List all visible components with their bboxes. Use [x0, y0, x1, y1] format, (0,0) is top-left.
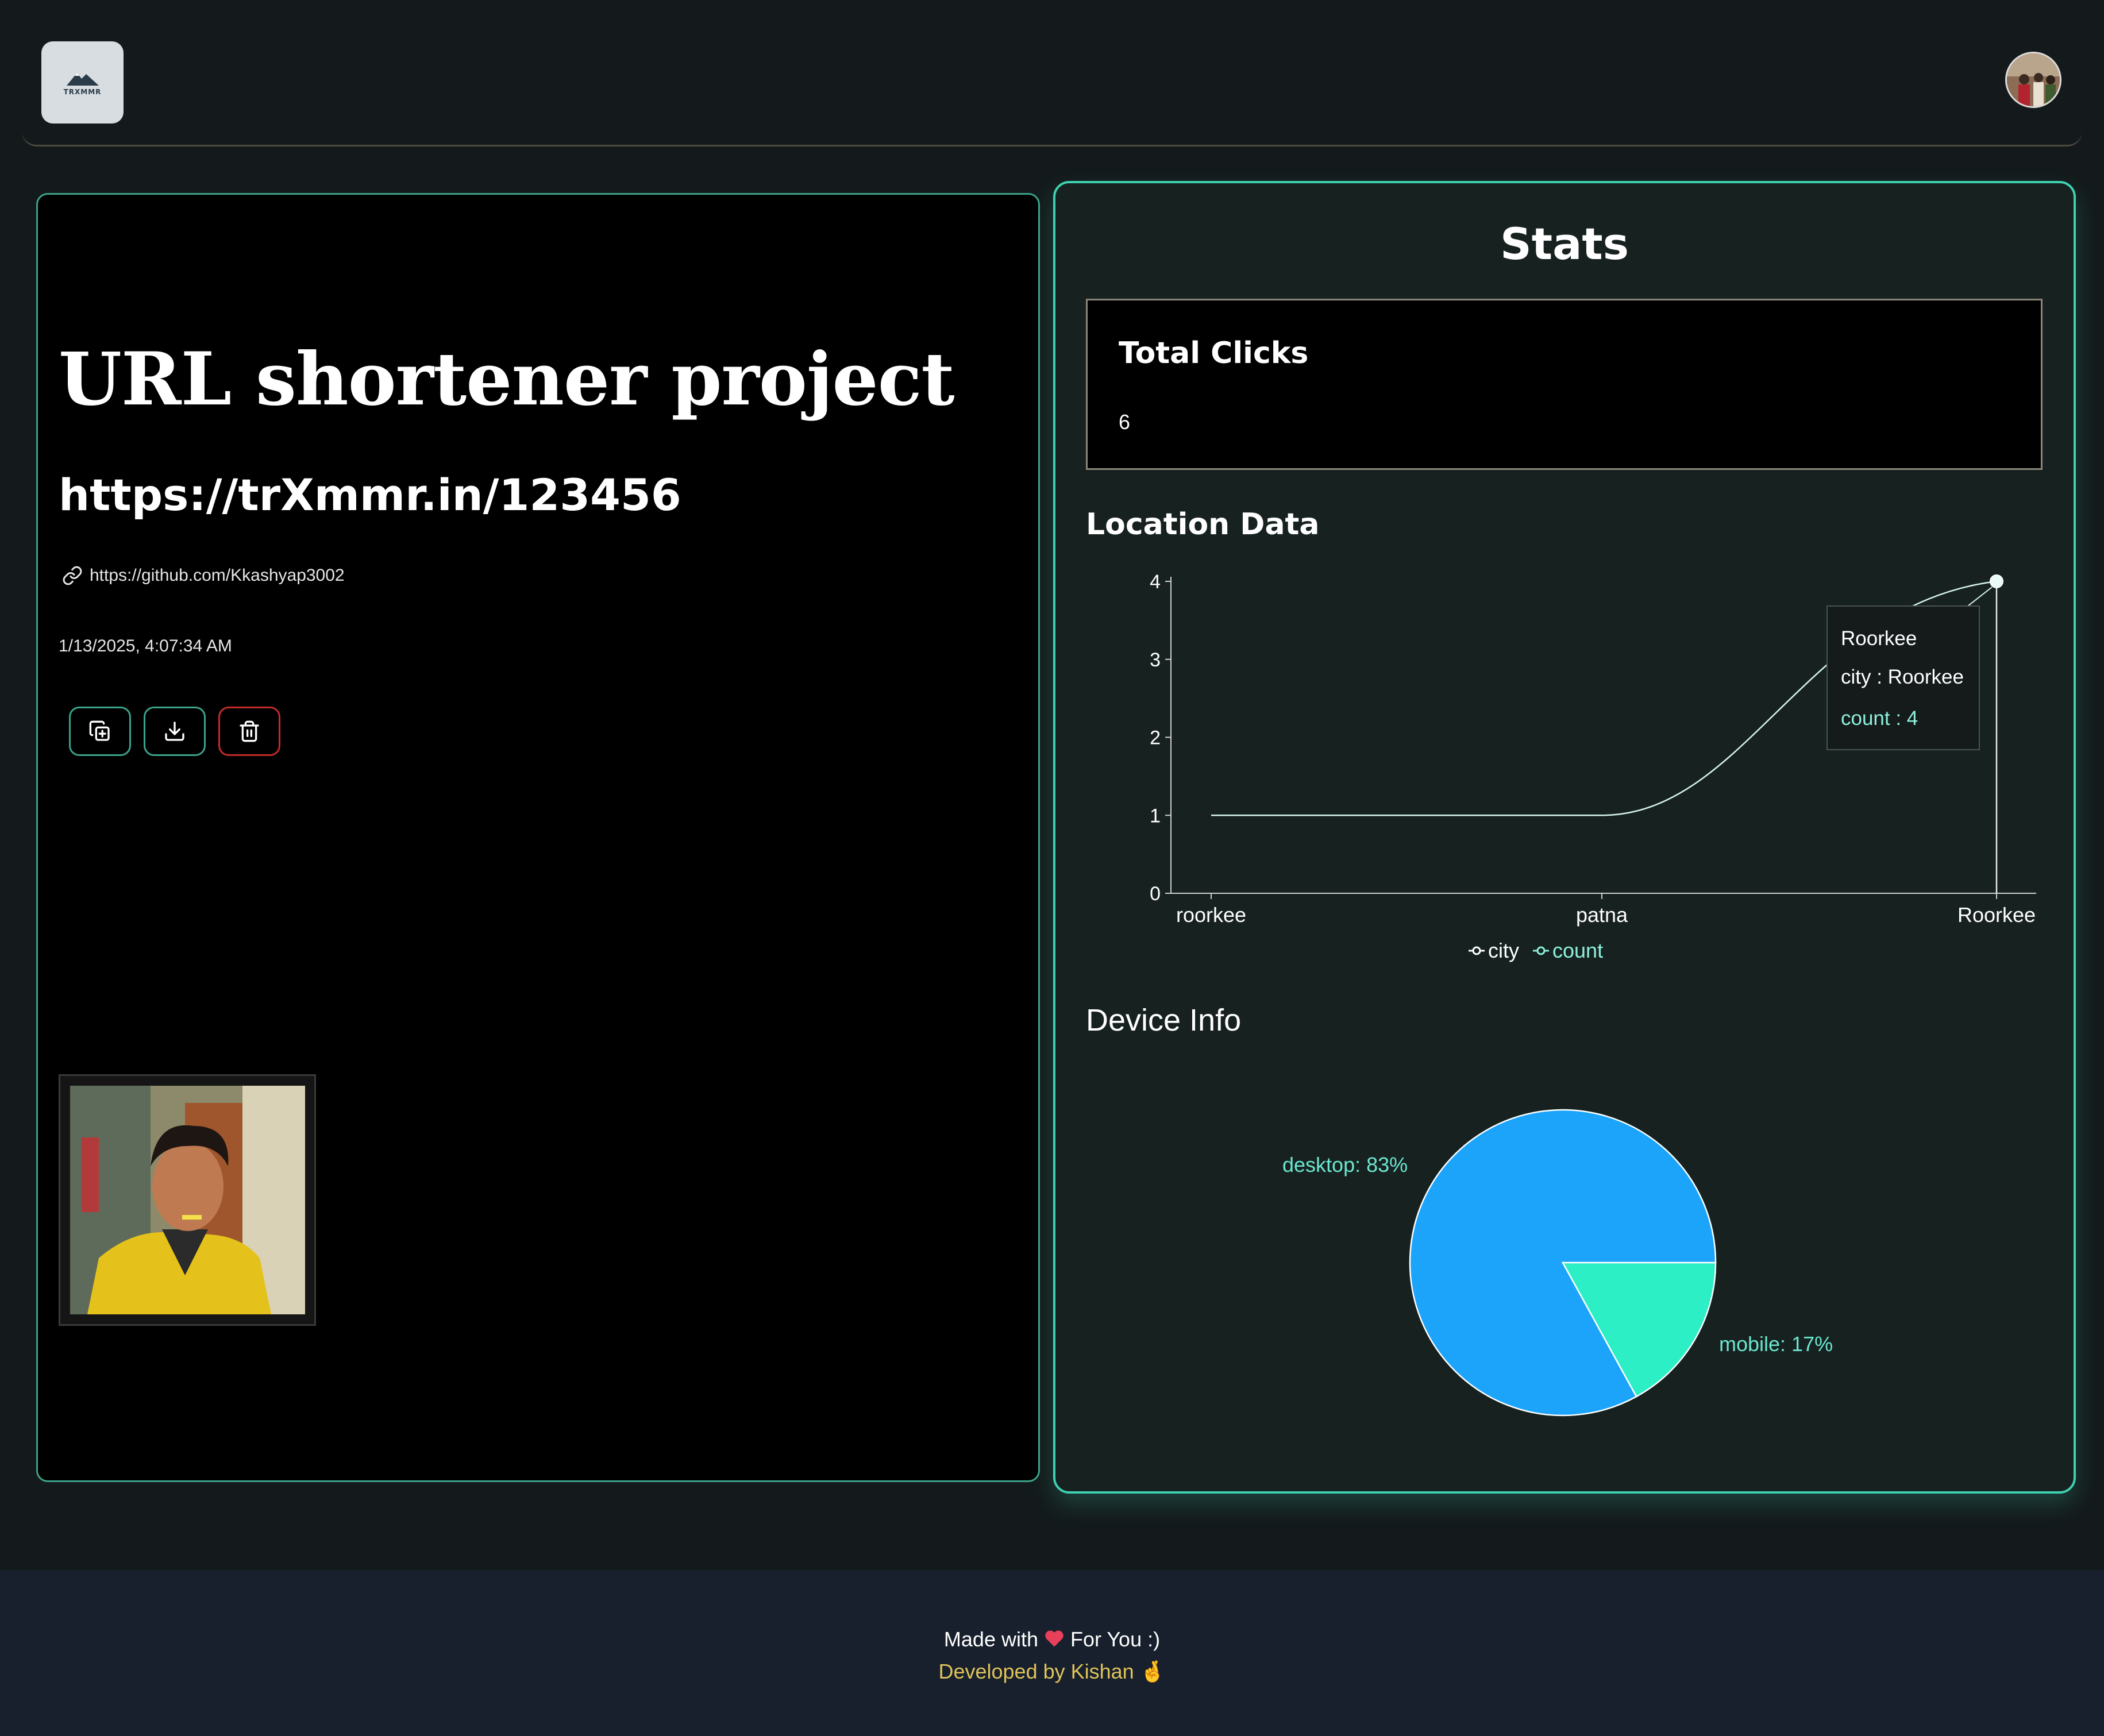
tooltip-connector: [1967, 587, 1993, 607]
device-info-title: Device Info: [1086, 1003, 1242, 1037]
copy-icon: [89, 720, 110, 741]
stats-title: Stats: [1500, 218, 1629, 269]
legend-label: count: [1552, 939, 1603, 962]
copy-button[interactable]: [69, 707, 131, 756]
y-tick-label: 4: [1150, 571, 1161, 593]
pie-label-mobile: mobile: 17%: [1719, 1332, 1833, 1356]
link-title: URL shortener project: [59, 337, 955, 422]
made-with-text: Made with: [943, 1627, 1038, 1651]
delete-button[interactable]: [218, 707, 280, 756]
download-button[interactable]: [144, 707, 206, 756]
created-date: 1/13/2025, 4:07:34 AM: [59, 636, 232, 655]
logo-text: TRXMMR: [63, 87, 102, 96]
y-tick-label: 1: [1150, 805, 1161, 827]
tooltip-city: city : Roorkee: [1841, 666, 1964, 688]
legend-marker-dot: [1536, 946, 1546, 955]
device-pie-chart[interactable]: desktop: 83% mobile: 17%: [1207, 1091, 2011, 1494]
x-tick-label: patna: [1576, 903, 1628, 927]
top-header: [22, 0, 2082, 146]
x-tick-label: Roorkee: [1957, 903, 2036, 927]
total-clicks-value: 6: [1119, 410, 1131, 434]
y-tick-label: 3: [1150, 649, 1161, 671]
heart-icon: [1044, 1625, 1065, 1657]
active-data-point: [1990, 574, 2003, 588]
y-tick-label: 2: [1150, 727, 1161, 749]
mountain-logo-icon: [66, 72, 99, 86]
y-tick-label: 0: [1150, 883, 1161, 905]
link-icon: [63, 566, 82, 585]
for-you-text: For You :): [1070, 1627, 1161, 1651]
pie-label-desktop: desktop: 83%: [1282, 1153, 1408, 1176]
original-url-row[interactable]: https://github.com/Kkashyap3002: [62, 565, 345, 586]
short-url-link[interactable]: https://trXmmr.in/123456: [59, 466, 681, 524]
tooltip-count: count : 4: [1841, 707, 1918, 730]
location-data-title: Location Data: [1086, 507, 1320, 542]
user-avatar[interactable]: [2005, 52, 2061, 108]
total-clicks-card: [1086, 299, 2043, 470]
qr-image: [70, 1086, 305, 1314]
download-icon: [165, 722, 184, 741]
footer-developed-by: Developed by Kishan 🤞: [938, 1660, 1166, 1683]
total-clicks-label: Total Clicks: [1119, 336, 1309, 371]
location-line-chart[interactable]: 0 1 2 3 4 roorkee patna Roorkee Roorkee city : Ro…: [1086, 557, 2051, 971]
app-logo[interactable]: TRXMMR: [41, 41, 124, 124]
original-url-text: https://github.com/Kkashyap3002: [90, 566, 345, 585]
legend-label: city: [1488, 939, 1519, 962]
footer-made-with: Made with For You :): [0, 1623, 2104, 1657]
x-tick-label: roorkee: [1176, 903, 1246, 927]
tooltip-title: Roorkee: [1841, 627, 1917, 650]
trash-icon: [240, 720, 259, 742]
legend-marker-dot: [1472, 946, 1481, 955]
